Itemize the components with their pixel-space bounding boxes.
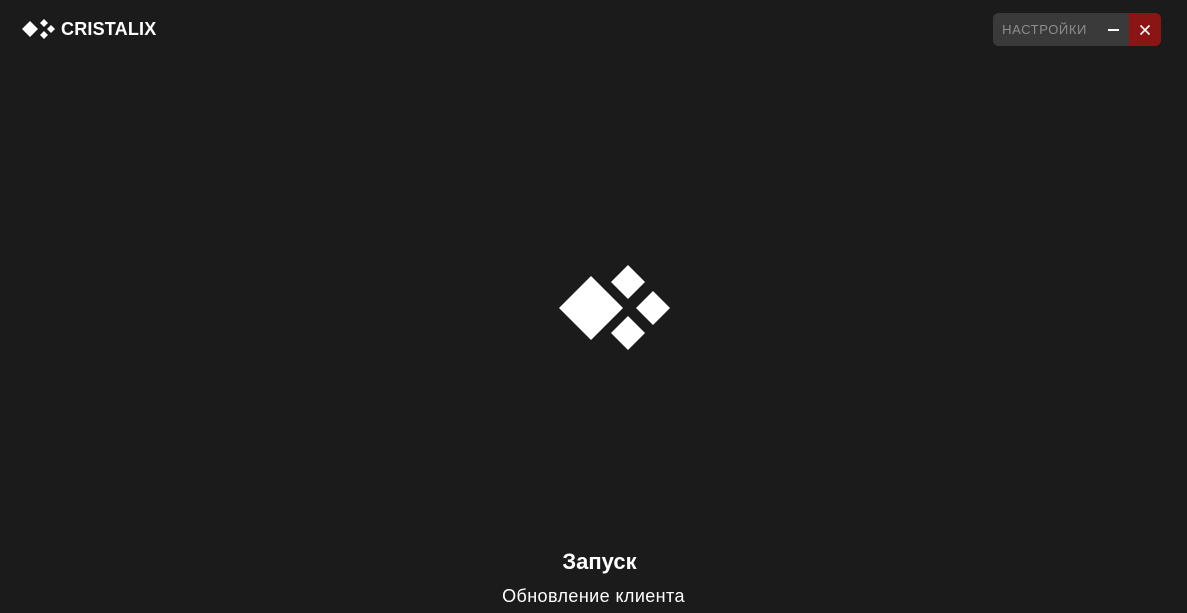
close-icon <box>1139 24 1151 35</box>
brand-name: CRISTALIX <box>61 19 157 39</box>
status-subtitle: Обновление клиента <box>502 586 685 606</box>
diamond-cluster-icon <box>22 19 55 39</box>
close-button[interactable] <box>1129 13 1161 46</box>
window-controls: НАСТРОЙКИ <box>993 13 1161 46</box>
status-title: Запуск <box>562 549 637 574</box>
launcher-window: CRISTALIX НАСТРОЙКИ Запуск Обновление кл… <box>0 0 1187 613</box>
minimize-icon <box>1107 28 1119 31</box>
settings-button[interactable]: НАСТРОЙКИ <box>993 13 1097 46</box>
loading-logo <box>559 265 671 351</box>
minimize-button[interactable] <box>1097 13 1129 46</box>
brand: CRISTALIX <box>22 17 156 41</box>
diamond-cluster-icon <box>559 265 670 350</box>
